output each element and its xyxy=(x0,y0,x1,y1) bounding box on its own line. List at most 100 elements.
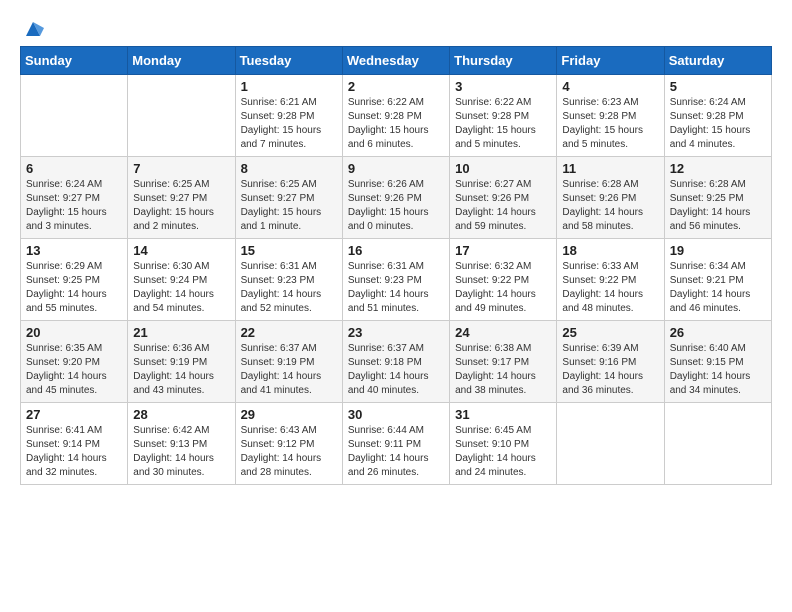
day-info: Sunrise: 6:33 AM Sunset: 9:22 PM Dayligh… xyxy=(562,260,658,316)
calendar-cell: 31Sunrise: 6:45 AM Sunset: 9:10 PM Dayli… xyxy=(450,403,557,485)
day-info: Sunrise: 6:25 AM Sunset: 9:27 PM Dayligh… xyxy=(133,178,229,234)
calendar-header-monday: Monday xyxy=(128,47,235,75)
day-info: Sunrise: 6:31 AM Sunset: 9:23 PM Dayligh… xyxy=(241,260,337,316)
calendar-header-friday: Friday xyxy=(557,47,664,75)
day-number: 7 xyxy=(133,161,229,176)
day-info: Sunrise: 6:25 AM Sunset: 9:27 PM Dayligh… xyxy=(241,178,337,234)
day-info: Sunrise: 6:36 AM Sunset: 9:19 PM Dayligh… xyxy=(133,342,229,398)
day-number: 26 xyxy=(670,325,766,340)
calendar-cell: 10 Sunrise: 6:27 AM Sunset: 9:26 PM Dayli… xyxy=(450,157,557,239)
day-info: Sunrise: 6:23 AM Sunset: 9:28 PM Dayligh… xyxy=(562,96,658,152)
calendar-cell: 5 Sunrise: 6:24 AM Sunset: 9:28 PM Daylig… xyxy=(664,75,771,157)
calendar-cell: 17 Sunrise: 6:32 AM Sunset: 9:22 PM Dayli… xyxy=(450,239,557,321)
day-info: Sunrise: 6:22 AM Sunset: 9:28 PM Dayligh… xyxy=(455,96,551,152)
day-number: 16 xyxy=(348,243,444,258)
day-info: Sunrise: 6:42 AM Sunset: 9:13 PM Dayligh… xyxy=(133,424,229,480)
calendar-cell: 18 Sunrise: 6:33 AM Sunset: 9:22 PM Dayli… xyxy=(557,239,664,321)
day-info: Sunrise: 6:22 AM Sunset: 9:28 PM Dayligh… xyxy=(348,96,444,152)
day-info: Sunrise: 6:28 AM Sunset: 9:26 PM Dayligh… xyxy=(562,178,658,234)
calendar-header-row: SundayMondayTuesdayWednesdayThursdayFrid… xyxy=(21,47,772,75)
day-number: 11 xyxy=(562,161,658,176)
calendar-header-wednesday: Wednesday xyxy=(342,47,449,75)
day-number: 20 xyxy=(26,325,122,340)
day-info: Sunrise: 6:34 AM Sunset: 9:21 PM Dayligh… xyxy=(670,260,766,316)
calendar-cell: 29 Sunrise: 6:43 AM Sunset: 9:12 PM Dayli… xyxy=(235,403,342,485)
day-info: Sunrise: 6:24 AM Sunset: 9:27 PM Dayligh… xyxy=(26,178,122,234)
day-number: 4 xyxy=(562,79,658,94)
day-info: Sunrise: 6:39 AM Sunset: 9:16 PM Dayligh… xyxy=(562,342,658,398)
day-number: 30 xyxy=(348,407,444,422)
day-info: Sunrise: 6:43 AM Sunset: 9:12 PM Dayligh… xyxy=(241,424,337,480)
day-number: 6 xyxy=(26,161,122,176)
calendar-cell: 8 Sunrise: 6:25 AM Sunset: 9:27 PM Daylig… xyxy=(235,157,342,239)
day-info: Sunrise: 6:30 AM Sunset: 9:24 PM Dayligh… xyxy=(133,260,229,316)
calendar-week-row: 13 Sunrise: 6:29 AM Sunset: 9:25 PM Dayli… xyxy=(21,239,772,321)
day-info: Sunrise: 6:31 AM Sunset: 9:23 PM Dayligh… xyxy=(348,260,444,316)
calendar-cell: 23Sunrise: 6:37 AM Sunset: 9:18 PM Dayli… xyxy=(342,321,449,403)
calendar-cell: 20 Sunrise: 6:35 AM Sunset: 9:20 PM Dayli… xyxy=(21,321,128,403)
calendar-cell: 12Sunrise: 6:28 AM Sunset: 9:25 PM Dayli… xyxy=(664,157,771,239)
day-info: Sunrise: 6:41 AM Sunset: 9:14 PM Dayligh… xyxy=(26,424,122,480)
day-info: Sunrise: 6:32 AM Sunset: 9:22 PM Dayligh… xyxy=(455,260,551,316)
page-header xyxy=(20,20,772,36)
calendar-cell: 19 Sunrise: 6:34 AM Sunset: 9:21 PM Dayli… xyxy=(664,239,771,321)
calendar-header-thursday: Thursday xyxy=(450,47,557,75)
day-number: 9 xyxy=(348,161,444,176)
day-number: 19 xyxy=(670,243,766,258)
calendar-cell: 15 Sunrise: 6:31 AM Sunset: 9:23 PM Dayli… xyxy=(235,239,342,321)
calendar-cell xyxy=(557,403,664,485)
calendar-week-row: 6 Sunrise: 6:24 AM Sunset: 9:27 PM Daylig… xyxy=(21,157,772,239)
day-number: 24 xyxy=(455,325,551,340)
calendar-cell: 7 Sunrise: 6:25 AM Sunset: 9:27 PM Daylig… xyxy=(128,157,235,239)
day-number: 5 xyxy=(670,79,766,94)
day-number: 17 xyxy=(455,243,551,258)
calendar-cell: 1 Sunrise: 6:21 AM Sunset: 9:28 PM Daylig… xyxy=(235,75,342,157)
day-info: Sunrise: 6:24 AM Sunset: 9:28 PM Dayligh… xyxy=(670,96,766,152)
day-number: 29 xyxy=(241,407,337,422)
calendar-week-row: 27 Sunrise: 6:41 AM Sunset: 9:14 PM Dayli… xyxy=(21,403,772,485)
day-info: Sunrise: 6:21 AM Sunset: 9:28 PM Dayligh… xyxy=(241,96,337,152)
day-number: 27 xyxy=(26,407,122,422)
day-number: 1 xyxy=(241,79,337,94)
calendar-cell: 21 Sunrise: 6:36 AM Sunset: 9:19 PM Dayli… xyxy=(128,321,235,403)
day-number: 31 xyxy=(455,407,551,422)
calendar-cell: 4 Sunrise: 6:23 AM Sunset: 9:28 PM Daylig… xyxy=(557,75,664,157)
day-info: Sunrise: 6:35 AM Sunset: 9:20 PM Dayligh… xyxy=(26,342,122,398)
calendar-cell: 9 Sunrise: 6:26 AM Sunset: 9:26 PM Daylig… xyxy=(342,157,449,239)
day-number: 3 xyxy=(455,79,551,94)
day-number: 12 xyxy=(670,161,766,176)
day-number: 10 xyxy=(455,161,551,176)
calendar-header-saturday: Saturday xyxy=(664,47,771,75)
calendar-cell xyxy=(21,75,128,157)
day-info: Sunrise: 6:44 AM Sunset: 9:11 PM Dayligh… xyxy=(348,424,444,480)
calendar-cell: 16 Sunrise: 6:31 AM Sunset: 9:23 PM Dayli… xyxy=(342,239,449,321)
calendar-cell: 13 Sunrise: 6:29 AM Sunset: 9:25 PM Dayli… xyxy=(21,239,128,321)
day-number: 14 xyxy=(133,243,229,258)
day-info: Sunrise: 6:27 AM Sunset: 9:26 PM Dayligh… xyxy=(455,178,551,234)
calendar-header-tuesday: Tuesday xyxy=(235,47,342,75)
day-number: 13 xyxy=(26,243,122,258)
calendar-cell: 3 Sunrise: 6:22 AM Sunset: 9:28 PM Daylig… xyxy=(450,75,557,157)
calendar-cell: 6 Sunrise: 6:24 AM Sunset: 9:27 PM Daylig… xyxy=(21,157,128,239)
calendar-cell: 2Sunrise: 6:22 AM Sunset: 9:28 PM Daylig… xyxy=(342,75,449,157)
calendar-cell xyxy=(664,403,771,485)
day-info: Sunrise: 6:38 AM Sunset: 9:17 PM Dayligh… xyxy=(455,342,551,398)
day-number: 18 xyxy=(562,243,658,258)
calendar-week-row: 20 Sunrise: 6:35 AM Sunset: 9:20 PM Dayli… xyxy=(21,321,772,403)
calendar-header-sunday: Sunday xyxy=(21,47,128,75)
day-number: 25 xyxy=(562,325,658,340)
day-number: 23 xyxy=(348,325,444,340)
day-number: 21 xyxy=(133,325,229,340)
day-number: 15 xyxy=(241,243,337,258)
calendar-cell: 25 Sunrise: 6:39 AM Sunset: 9:16 PM Dayli… xyxy=(557,321,664,403)
day-info: Sunrise: 6:29 AM Sunset: 9:25 PM Dayligh… xyxy=(26,260,122,316)
logo xyxy=(20,20,44,36)
calendar-table: SundayMondayTuesdayWednesdayThursdayFrid… xyxy=(20,46,772,485)
calendar-cell: 14 Sunrise: 6:30 AM Sunset: 9:24 PM Dayli… xyxy=(128,239,235,321)
calendar-cell: 30 Sunrise: 6:44 AM Sunset: 9:11 PM Dayli… xyxy=(342,403,449,485)
day-number: 8 xyxy=(241,161,337,176)
day-info: Sunrise: 6:37 AM Sunset: 9:19 PM Dayligh… xyxy=(241,342,337,398)
day-info: Sunrise: 6:26 AM Sunset: 9:26 PM Dayligh… xyxy=(348,178,444,234)
calendar-cell: 28Sunrise: 6:42 AM Sunset: 9:13 PM Dayli… xyxy=(128,403,235,485)
calendar-cell: 27 Sunrise: 6:41 AM Sunset: 9:14 PM Dayli… xyxy=(21,403,128,485)
